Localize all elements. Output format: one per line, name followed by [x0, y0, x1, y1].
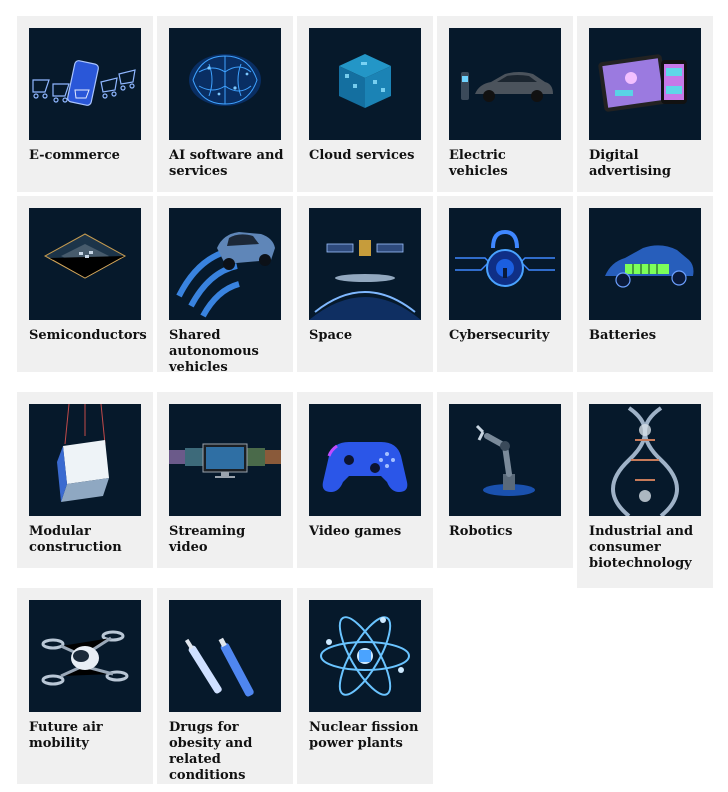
card-label: Nuclear fission power plants: [309, 720, 419, 751]
gamepad-icon: [309, 404, 421, 516]
card-future-air-mobility[interactable]: Future air mobility: [17, 588, 153, 784]
card-label: Electric vehicles: [449, 148, 508, 179]
electric-car-icon: [449, 28, 561, 140]
card-electric-vehicles[interactable]: Electric vehicles: [437, 16, 573, 192]
atom-icon: [309, 600, 421, 712]
card-cybersecurity[interactable]: Cybersecurity: [437, 196, 573, 372]
card-label: E-commerce: [29, 148, 120, 163]
card-streaming-video[interactable]: Streaming video: [157, 392, 293, 568]
card-label: Semiconductors: [29, 328, 147, 343]
card-modular-construction[interactable]: Modular construction: [17, 392, 153, 568]
screens-icon: [169, 404, 281, 516]
drone-taxi-icon: [29, 600, 141, 712]
robot-arm-icon: [449, 404, 561, 516]
card-label: Modular construction: [29, 524, 122, 555]
tablet-phone-icon: [589, 28, 701, 140]
cloud-cube-icon: [309, 28, 421, 140]
card-label: Robotics: [449, 524, 513, 539]
crane-module-icon: [29, 404, 141, 516]
injection-pen-icon: [169, 600, 281, 712]
card-e-commerce[interactable]: E-commerce: [17, 16, 153, 192]
card-label: Streaming video: [169, 524, 246, 555]
card-label: Shared autonomous vehicles: [169, 328, 259, 375]
card-robotics[interactable]: Robotics: [437, 392, 573, 568]
battery-car-icon: [589, 208, 701, 320]
card-label: Drugs for obesity and related conditions: [169, 720, 253, 783]
autonomous-car-icon: [169, 208, 281, 320]
card-nuclear-fission[interactable]: Nuclear fission power plants: [297, 588, 433, 784]
dna-icon: [589, 404, 701, 516]
satellite-icon: [309, 208, 421, 320]
card-industrial-consumer-biotechnology[interactable]: Industrial and consumer biotechnology: [577, 392, 713, 588]
card-digital-advertising[interactable]: Digital advertising: [577, 16, 713, 192]
card-drugs-obesity[interactable]: Drugs for obesity and related conditions: [157, 588, 293, 784]
card-label: Future air mobility: [29, 720, 103, 751]
card-video-games[interactable]: Video games: [297, 392, 433, 568]
card-label: AI software and services: [169, 148, 284, 179]
card-label: Cloud services: [309, 148, 415, 163]
technology-card-grid: E-commerce AI software and services Clou…: [0, 0, 728, 792]
microchip-icon: [29, 208, 141, 320]
card-semiconductors[interactable]: Semiconductors: [17, 196, 153, 372]
card-label: Digital advertising: [589, 148, 671, 179]
shopping-carts-icon: [29, 28, 141, 140]
card-label: Industrial and consumer biotechnology: [589, 524, 694, 571]
card-batteries[interactable]: Batteries: [577, 196, 713, 372]
card-label: Space: [309, 328, 353, 343]
card-label: Batteries: [589, 328, 657, 343]
card-shared-autonomous-vehicles[interactable]: Shared autonomous vehicles: [157, 196, 293, 375]
card-ai-software[interactable]: AI software and services: [157, 16, 293, 192]
card-label: Cybersecurity: [449, 328, 550, 343]
card-cloud-services[interactable]: Cloud services: [297, 16, 433, 192]
card-space[interactable]: Space: [297, 196, 433, 372]
brain-icon: [169, 28, 281, 140]
padlock-icon: [449, 208, 561, 320]
card-label: Video games: [309, 524, 402, 539]
